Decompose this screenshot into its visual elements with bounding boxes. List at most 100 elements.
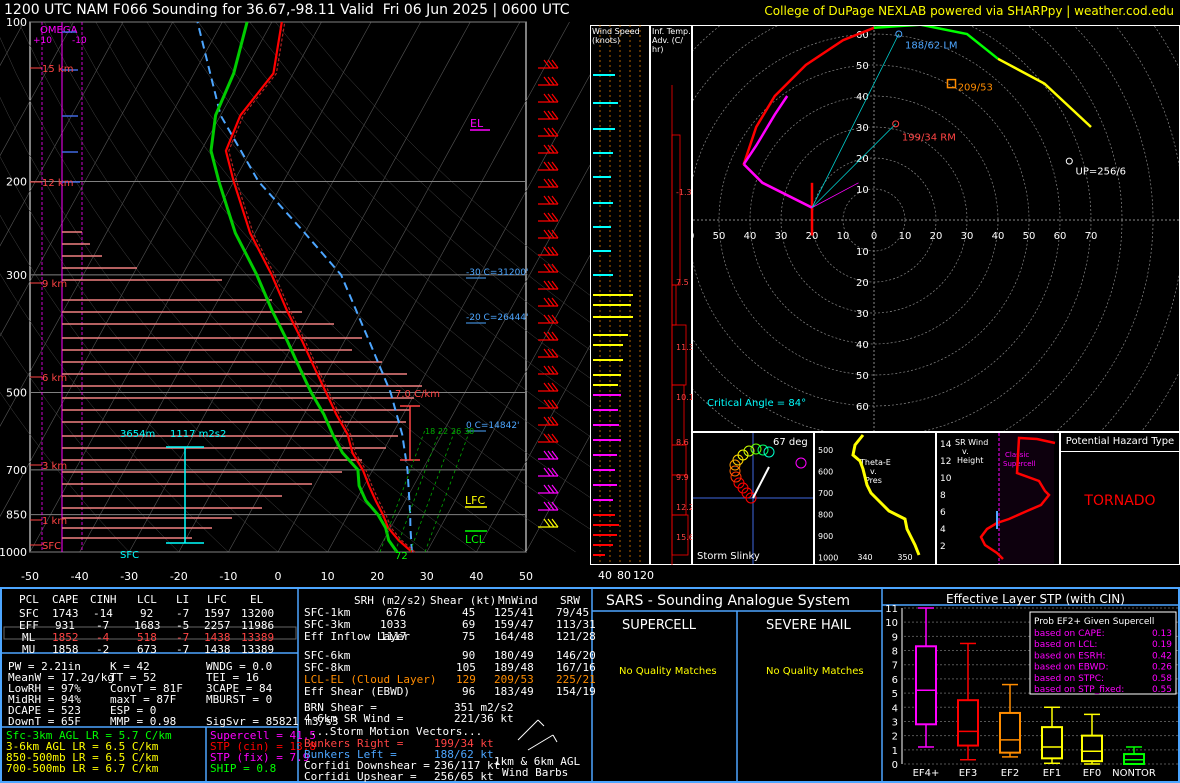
stp-box xyxy=(957,699,979,747)
hodo-9-12km xyxy=(997,57,1092,128)
parcel-cell: 13389 xyxy=(241,643,275,656)
lapse-rates: Sfc-3km AGL LR = 5.7 C/km 3-6km AGL LR = … xyxy=(4,727,204,783)
temp-tick: 10 xyxy=(321,570,335,583)
omega-label: OMEGA xyxy=(40,25,78,36)
stp-category: EF3 xyxy=(959,768,977,779)
thetae-ytick: 1000 xyxy=(818,554,838,563)
prob-value: 0.42 xyxy=(1152,651,1172,661)
hodo-rm-marker xyxy=(892,120,900,128)
table-cell: 164/48 xyxy=(494,630,534,643)
pressure-tick-1000: 1000 xyxy=(0,546,27,559)
adv-step xyxy=(671,284,677,326)
stp-ytick: 3 xyxy=(892,717,898,728)
temp-tick: -10 xyxy=(219,570,237,583)
parcel-header: LI xyxy=(176,593,190,606)
height-label: 12 km xyxy=(42,178,73,189)
dgz3: 26 xyxy=(451,427,461,436)
hodo-xlabel: 50 xyxy=(1023,231,1036,242)
thetae-title-1: Theta-E xyxy=(859,458,891,467)
pressure-tick-200: 200 xyxy=(6,176,27,189)
pressure-tick-300: 300 xyxy=(6,269,27,282)
table-cell: 121/28 xyxy=(556,630,596,643)
hodo-mean-label: 209/53 xyxy=(958,83,993,94)
hodo-up-label: UP=256/6 xyxy=(1076,166,1127,177)
mini-wind-barbs xyxy=(517,719,558,751)
slinky-vector xyxy=(752,466,770,499)
hodo-xlabel: 30 xyxy=(775,231,788,242)
hodo-xlabel: 40 xyxy=(992,231,1005,242)
height-label: SFC xyxy=(42,541,61,552)
slinky-deg: 67 deg xyxy=(773,437,808,448)
hodo-inflow-c xyxy=(811,123,896,208)
prob-title: Prob EF2+ Given Supercell xyxy=(1034,617,1154,627)
adv-value: 15.6 xyxy=(676,533,692,542)
lapse-rate: 700-500mb LR = 6.7 C/km xyxy=(6,762,159,775)
hazard-title: Potential Hazard Type xyxy=(1061,433,1179,452)
thetae-ytick: 800 xyxy=(818,511,833,520)
stp-ytick: 5 xyxy=(892,689,898,700)
stp-box xyxy=(915,645,937,726)
hodo-xlabel: 30 xyxy=(961,231,974,242)
temp-adv-bars: -1.3 7.5 11.3 10.1 8.6 9.9 12.2 15.6 xyxy=(671,85,692,565)
srwind-title-3: Height xyxy=(957,456,983,465)
srwind-ytick: 14 xyxy=(940,440,952,450)
parcel-cell: -7 xyxy=(176,643,190,656)
parcel-cell: 673 xyxy=(137,643,157,656)
srwind-ytick: 6 xyxy=(940,508,946,518)
wind-speed-bars xyxy=(593,25,641,565)
hodo-xlabel: 70 xyxy=(1085,231,1098,242)
slinky-ring xyxy=(757,444,769,456)
minus20-label: -20 C=26444' xyxy=(466,313,529,323)
height-label: 1 km xyxy=(42,516,67,527)
hodo-xlabel: 60 xyxy=(1054,231,1067,242)
sars-hail-header: SEVERE HAIL xyxy=(766,618,851,633)
hodo-xlabel: 10 xyxy=(837,231,850,242)
hodo-xlabel: 20 xyxy=(930,231,943,242)
credit-text: College of DuPage NEXLAB powered via SHA… xyxy=(764,4,1174,18)
hodo-rm-label: 199/34 RM xyxy=(902,132,956,143)
sfc-label: SFC xyxy=(120,550,139,561)
srwind-ytick: 12 xyxy=(940,457,951,467)
lapse-label: 7.0 C/km xyxy=(395,389,440,400)
pressure-tick-100: 100 xyxy=(6,16,27,29)
thetae-trace xyxy=(851,434,921,556)
composite: SHIP = 0.8 xyxy=(210,762,277,775)
hodo-ring xyxy=(1056,26,1154,431)
srwind-title-2: v. xyxy=(962,447,969,456)
stp-box xyxy=(1041,726,1063,760)
wind-tick-40: 40 xyxy=(598,569,612,582)
skew-t-chart: 100 200 300 500 700 850 1000 -50 -40 -30 -20 -10 0 10… xyxy=(0,16,590,583)
pressure-tick-850: 850 xyxy=(6,509,27,522)
thetae-ytick: 700 xyxy=(818,489,833,498)
table-cell: 96 xyxy=(462,685,476,698)
adv-step xyxy=(671,444,687,476)
srwind-ytick: 10 xyxy=(940,474,952,484)
parcel-cell: MU xyxy=(22,643,36,656)
srwind-title-1: SR Wind xyxy=(955,438,988,447)
stp-ytick: 0 xyxy=(892,760,898,771)
wind-tick-120: 120 xyxy=(633,569,654,582)
srwind-label: 4-6km SR Wind = xyxy=(304,712,404,725)
prob-value: 0.58 xyxy=(1152,674,1172,684)
vector-label: Corfidi Upshear = xyxy=(304,770,417,783)
minus30-label: -30 C=31200' xyxy=(466,268,529,278)
table-cell: 183/49 xyxy=(494,685,534,698)
srwind-ytick: 8 xyxy=(940,491,946,501)
temp-tick: 30 xyxy=(420,570,434,583)
prob-label: based on ESRH: xyxy=(1034,651,1106,661)
sars-hail-result: No Quality Matches xyxy=(766,666,864,677)
hodo-ylabel-neg: 20 xyxy=(856,278,869,289)
esrh-height: 3654m xyxy=(120,429,155,440)
pressure-tick-500: 500 xyxy=(6,386,27,399)
hodo-xlabel: 50 xyxy=(713,231,726,242)
hodo-inflow-a xyxy=(811,182,859,208)
prob-value: 0.13 xyxy=(1152,629,1172,639)
hodo-ylabel: 50 xyxy=(856,61,869,72)
table-cell: 75 xyxy=(462,630,476,643)
hodo-ring xyxy=(693,26,1092,431)
adv-value: -1.3 xyxy=(676,188,692,197)
stp-ytick: 4 xyxy=(892,703,898,714)
parcel-header: LCL xyxy=(137,593,157,606)
parcel-header: EL xyxy=(250,593,264,606)
parcel-header: LFC xyxy=(207,593,227,606)
